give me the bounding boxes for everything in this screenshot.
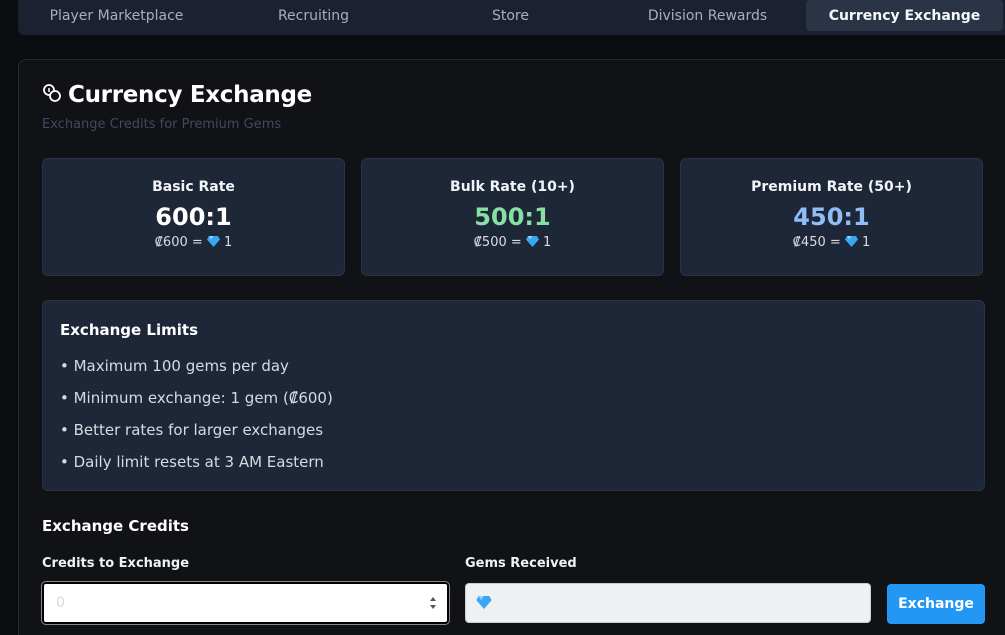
gem-icon	[476, 594, 492, 613]
gem-icon	[525, 236, 539, 251]
rate-card-basic: Basic Rate 600:1 ₡600 = 1	[42, 158, 345, 276]
limit-item: • Daily limit resets at 3 AM Eastern	[60, 453, 324, 471]
gem-icon	[206, 236, 220, 251]
rate-card-premium: Premium Rate (50+) 450:1 ₡450 = 1	[680, 158, 983, 276]
tab-recruiting[interactable]: Recruiting	[215, 0, 412, 31]
title-row: Currency Exchange	[42, 82, 312, 108]
tab-store[interactable]: Store	[412, 0, 609, 31]
currency-exchange-panel: Currency Exchange Exchange Credits for P…	[18, 59, 1005, 635]
number-spinner-icon[interactable]	[427, 591, 439, 615]
rate-equivalence: ₡500 = 1	[362, 235, 663, 251]
credits-input[interactable]	[41, 581, 450, 625]
rate-value: 500:1	[474, 203, 551, 231]
rate-card-bulk: Bulk Rate (10+) 500:1 ₡500 = 1	[361, 158, 664, 276]
page-title: Currency Exchange	[68, 82, 312, 108]
rate-credits: ₡450 =	[792, 235, 841, 250]
exchange-limits-box: Exchange Limits • Maximum 100 gems per d…	[42, 300, 985, 491]
limit-item: • Minimum exchange: 1 gem (₡600)	[60, 389, 333, 407]
exchange-button[interactable]: Exchange	[887, 584, 985, 624]
rate-gems: 1	[224, 235, 233, 250]
tab-bar: Player Marketplace Recruiting Store Divi…	[18, 0, 1005, 35]
exchange-section-title: Exchange Credits	[42, 517, 189, 535]
rate-gems: 1	[862, 235, 871, 250]
coins-icon	[42, 83, 62, 107]
limit-item: • Maximum 100 gems per day	[60, 357, 289, 375]
tab-currency-exchange[interactable]: Currency Exchange	[806, 0, 1003, 31]
rate-equivalence: ₡600 = 1	[43, 235, 344, 251]
limit-item: • Better rates for larger exchanges	[60, 421, 324, 439]
rate-equivalence: ₡450 = 1	[681, 235, 982, 251]
rate-value: 450:1	[793, 203, 870, 231]
gem-icon	[844, 236, 858, 251]
rate-credits: ₡600 =	[154, 235, 203, 250]
tab-division-rewards[interactable]: Division Rewards	[609, 0, 806, 31]
credits-label: Credits to Exchange	[42, 556, 190, 571]
gems-label: Gems Received	[465, 556, 577, 571]
rate-credits: ₡500 =	[473, 235, 522, 250]
tab-player-marketplace[interactable]: Player Marketplace	[18, 0, 215, 31]
gems-received-field	[465, 583, 871, 623]
rate-value: 600:1	[155, 203, 232, 231]
page-subtitle: Exchange Credits for Premium Gems	[42, 117, 282, 132]
rate-name: Bulk Rate (10+)	[450, 179, 575, 195]
limits-title: Exchange Limits	[60, 321, 198, 339]
rate-gems: 1	[543, 235, 552, 250]
rate-name: Premium Rate (50+)	[751, 179, 912, 195]
rate-name: Basic Rate	[152, 179, 235, 195]
